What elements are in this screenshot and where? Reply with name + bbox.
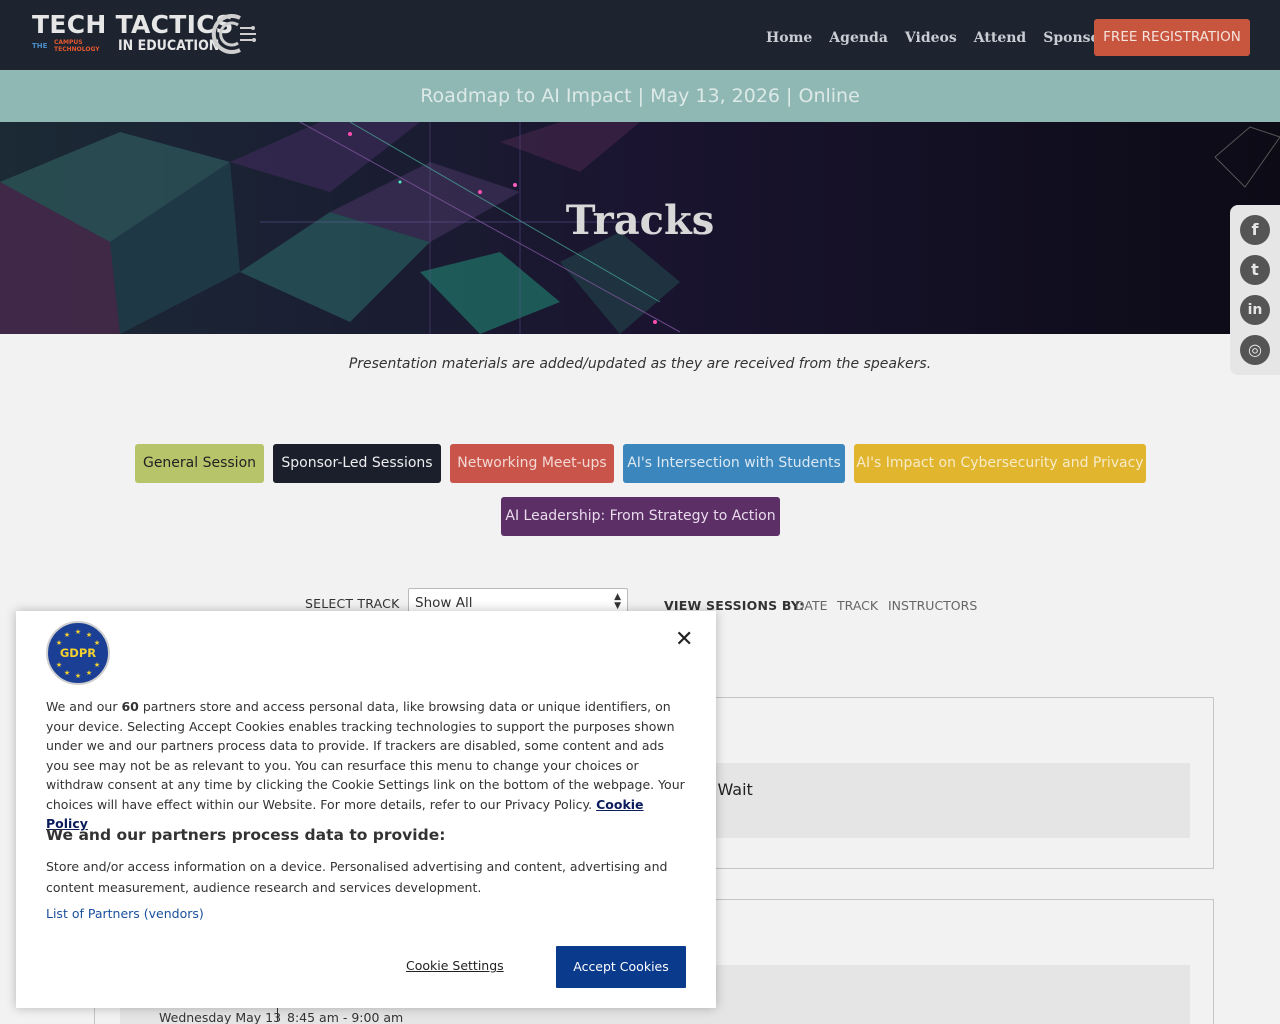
cookie-description: We and our 60 partners store and access … (46, 697, 686, 834)
site-header: TECH TACTICS THE CAMPUS TECHNOLOGY IN ED… (0, 0, 1280, 70)
partner-count: 60 (121, 699, 139, 714)
select-track-label: SELECT TRACK (305, 596, 400, 611)
svg-text:★: ★ (75, 628, 81, 636)
main-nav: Home Agenda Videos Attend Sponsor (766, 30, 1124, 46)
partners-list-link[interactable]: List of Partners (vendors) (46, 906, 204, 921)
track-select-value: Show All (415, 595, 473, 611)
circuit-c-icon (211, 14, 256, 54)
accept-cookies-button[interactable]: Accept Cookies (556, 946, 686, 988)
social-sidebar: f t in ◎ (1230, 205, 1280, 375)
gdpr-badge-text: GDPR (59, 646, 97, 660)
session-divider (277, 1008, 278, 1021)
facebook-icon[interactable]: f (1240, 215, 1270, 245)
cookie-consent-dialog: ★ ★ ★ ★ ★ ★ ★ ★ ★ ★ GDPR ✕ We and our 60 partne… (16, 611, 716, 1008)
cookie-text-main: partners store and access personal data,… (46, 699, 685, 812)
free-registration-button[interactable]: FREE REGISTRATION (1094, 19, 1250, 56)
twitter-icon[interactable]: t (1240, 255, 1270, 285)
logo-campus-technology: CAMPUS TECHNOLOGY (54, 39, 100, 53)
svg-text:★: ★ (86, 631, 92, 639)
intro-note: Presentation materials are added/updated… (348, 356, 932, 372)
track-general-session[interactable]: General Session (135, 444, 264, 483)
nav-home[interactable]: Home (766, 30, 812, 46)
hero-banner: Tracks (0, 122, 1280, 334)
logo-title: TECH TACTICS (32, 10, 234, 39)
view-by-date[interactable]: DATE (795, 598, 828, 613)
svg-text:★: ★ (75, 672, 81, 680)
close-icon[interactable]: ✕ (675, 627, 693, 652)
logo-the: THE (32, 42, 48, 50)
track-ai-leadership[interactable]: AI Leadership: From Strategy to Action (501, 497, 780, 536)
cookie-purposes-heading: We and our partners process data to prov… (46, 826, 446, 844)
logo-subtitle: IN EDUCATION (118, 38, 220, 54)
session-time: 8:45 am - 9:00 am (287, 1010, 404, 1024)
site-logo[interactable]: TECH TACTICS THE CAMPUS TECHNOLOGY IN ED… (30, 10, 260, 60)
svg-text:★: ★ (94, 661, 100, 669)
track-sponsor-led-sessions[interactable]: Sponsor-Led Sessions (273, 444, 441, 483)
select-arrows-icon: ▲ ▼ (614, 592, 621, 611)
linkedin-icon[interactable]: in (1240, 295, 1270, 325)
svg-text:★: ★ (64, 631, 70, 639)
nav-videos[interactable]: Videos (905, 30, 957, 46)
page-title: Tracks (565, 197, 715, 244)
gdpr-badge-icon: ★ ★ ★ ★ ★ ★ ★ ★ ★ ★ GDPR (46, 621, 110, 685)
session-date: Wednesday May 13 (159, 1010, 282, 1024)
cookie-purposes-text: Store and/or access information on a dev… (46, 859, 668, 895)
view-by-instructors[interactable]: INSTRUCTORS (888, 598, 977, 613)
svg-text:★: ★ (86, 669, 92, 677)
track-ai-cybersecurity-privacy[interactable]: AI's Impact on Cybersecurity and Privacy (854, 444, 1146, 483)
track-ai-intersection-students[interactable]: AI's Intersection with Students (623, 444, 845, 483)
view-by-track[interactable]: TRACK (837, 598, 878, 613)
svg-text:★: ★ (56, 661, 62, 669)
nav-agenda[interactable]: Agenda (829, 30, 888, 46)
nav-attend[interactable]: Attend (974, 30, 1026, 46)
svg-text:★: ★ (64, 669, 70, 677)
cookie-text-start: We and our (46, 699, 122, 714)
event-banner: Roadmap to AI Impact | May 13, 2026 | On… (0, 70, 1280, 122)
track-networking-meetups[interactable]: Networking Meet-ups (450, 444, 614, 483)
cookie-settings-button[interactable]: Cookie Settings (406, 958, 504, 973)
